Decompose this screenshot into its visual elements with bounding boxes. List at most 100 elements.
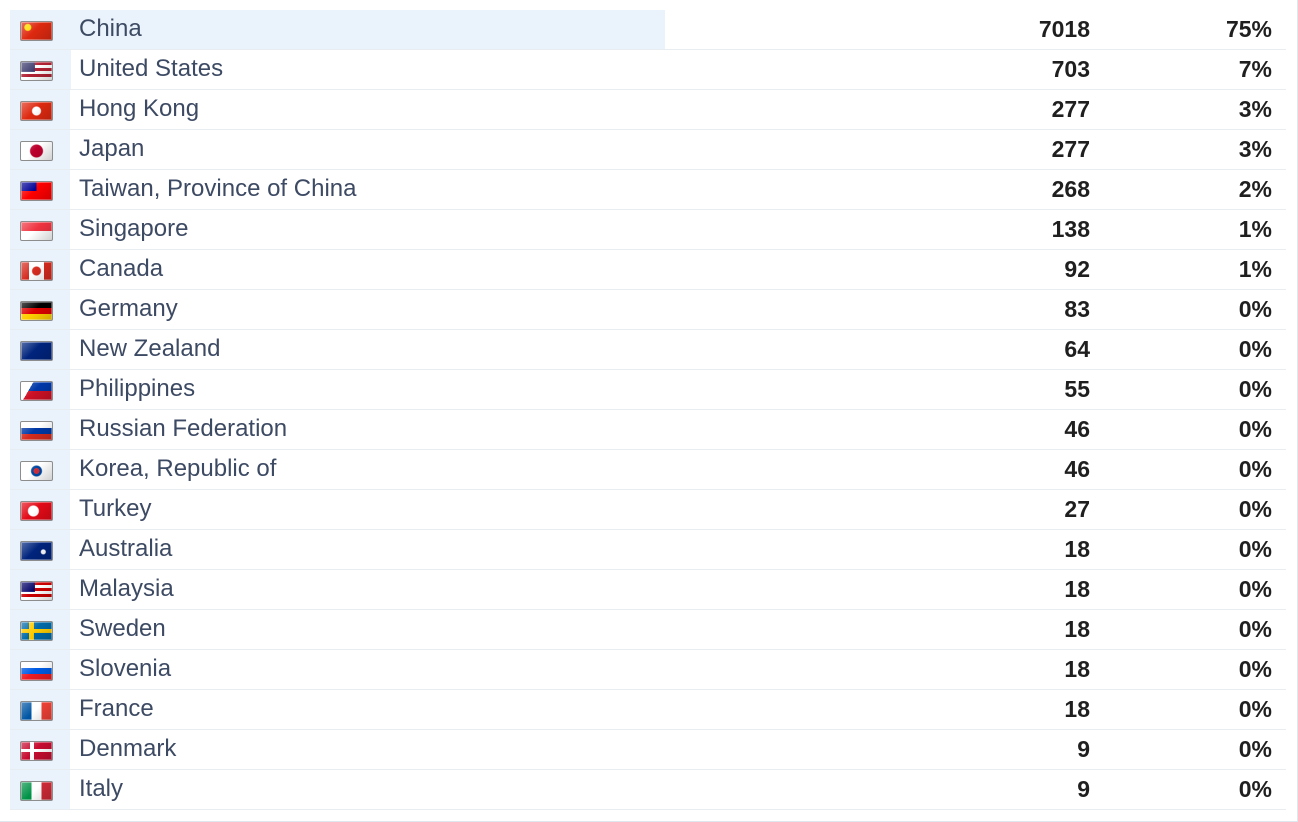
table-row[interactable]: Malaysia 18 0% [10,570,1286,610]
country-name: Germany [79,295,178,322]
country-name: Korea, Republic of [79,455,277,482]
table-row[interactable]: Hong Kong 277 3% [10,90,1286,130]
country-table: China 7018 75% United States 703 7% Hong Kong 2… [10,10,1286,810]
country-name: Malaysia [79,575,174,602]
visit-percent: 7% [1238,56,1272,82]
visit-percent: 0% [1238,576,1272,602]
country-name: New Zealand [79,335,221,362]
visit-percent: 0% [1238,456,1272,482]
table-row[interactable]: Taiwan, Province of China 268 2% [10,170,1286,210]
slovenia-flag-icon [20,661,53,681]
country-name: Australia [79,535,173,562]
canada-flag-icon [20,261,53,281]
russia-flag-icon [20,421,53,441]
country-name: Russian Federation [79,415,288,442]
denmark-flag-icon [20,741,53,761]
country-stats-panel: China 7018 75% United States 703 7% Hong Kong 2… [0,0,1298,822]
country-name: France [79,695,154,722]
philippines-flag-icon [20,381,53,401]
visit-count: 18 [1064,576,1090,602]
visit-count: 18 [1064,616,1090,642]
visit-count: 268 [1051,176,1090,202]
australia-flag-icon [20,541,53,561]
table-row[interactable]: Philippines 55 0% [10,370,1286,410]
visit-count: 138 [1051,216,1090,242]
table-row[interactable]: Turkey 27 0% [10,490,1286,530]
country-name: Sweden [79,615,166,642]
visit-percent: 0% [1238,296,1272,322]
malaysia-flag-icon [20,581,53,601]
visit-percent: 3% [1238,96,1272,122]
country-name: Slovenia [79,655,172,682]
visit-count: 27 [1064,496,1090,522]
visit-count: 83 [1064,296,1090,322]
taiwan-flag-icon [20,181,53,201]
visit-count: 18 [1064,696,1090,722]
visit-percent: 0% [1238,776,1272,802]
table-row[interactable]: Australia 18 0% [10,530,1286,570]
country-name: Philippines [79,375,196,402]
table-row[interactable]: Canada 92 1% [10,250,1286,290]
table-row[interactable]: Russian Federation 46 0% [10,410,1286,450]
visit-percent: 0% [1238,736,1272,762]
visit-count: 55 [1064,376,1090,402]
visit-percent: 0% [1238,656,1272,682]
visit-percent: 0% [1238,616,1272,642]
visit-count: 9 [1077,736,1090,762]
country-name: United States [79,55,224,82]
singapore-flag-icon [20,221,53,241]
visit-count: 7018 [1038,16,1090,42]
visit-percent: 1% [1238,216,1272,242]
table-row[interactable]: United States 703 7% [10,50,1286,90]
country-name: Italy [79,775,124,802]
visit-count: 18 [1064,656,1090,682]
visit-percent: 0% [1238,496,1272,522]
visit-percent: 0% [1238,416,1272,442]
italy-flag-icon [20,781,53,801]
table-row[interactable]: Japan 277 3% [10,130,1286,170]
hong-kong-flag-icon [20,101,53,121]
country-name: Turkey [79,495,152,522]
visit-percent: 75% [1225,16,1272,42]
sweden-flag-icon [20,621,53,641]
country-name: Hong Kong [79,95,200,122]
visit-count: 18 [1064,536,1090,562]
country-name: Denmark [79,735,177,762]
table-row[interactable]: Germany 83 0% [10,290,1286,330]
visit-count: 703 [1051,56,1090,82]
table-row[interactable]: Sweden 18 0% [10,610,1286,650]
japan-flag-icon [20,141,53,161]
visit-count: 92 [1064,256,1090,282]
table-row[interactable]: Denmark 9 0% [10,730,1286,770]
visit-percent: 0% [1238,696,1272,722]
visit-count: 46 [1064,456,1090,482]
table-row[interactable]: Slovenia 18 0% [10,650,1286,690]
country-name: Taiwan, Province of China [79,175,357,202]
country-name: Singapore [79,215,189,242]
turkey-flag-icon [20,501,53,521]
table-row[interactable]: Italy 9 0% [10,770,1286,810]
country-name: China [79,15,142,42]
table-row[interactable]: New Zealand 64 0% [10,330,1286,370]
visit-count: 277 [1051,136,1090,162]
visit-count: 9 [1077,776,1090,802]
visit-percent: 1% [1238,256,1272,282]
visit-count: 46 [1064,416,1090,442]
table-row[interactable]: France 18 0% [10,690,1286,730]
visit-count: 277 [1051,96,1090,122]
visit-percent: 2% [1238,176,1272,202]
visit-percent: 0% [1238,536,1272,562]
united-states-flag-icon [20,61,53,81]
visit-percent: 0% [1238,336,1272,362]
visit-percent: 3% [1238,136,1272,162]
table-row[interactable]: China 7018 75% [10,10,1286,50]
germany-flag-icon [20,301,53,321]
table-row[interactable]: Singapore 138 1% [10,210,1286,250]
visit-percent: 0% [1238,376,1272,402]
country-name: Japan [79,135,145,162]
visit-count: 64 [1064,336,1090,362]
new-zealand-flag-icon [20,341,53,361]
table-row[interactable]: Korea, Republic of 46 0% [10,450,1286,490]
china-flag-icon [20,21,53,41]
france-flag-icon [20,701,53,721]
